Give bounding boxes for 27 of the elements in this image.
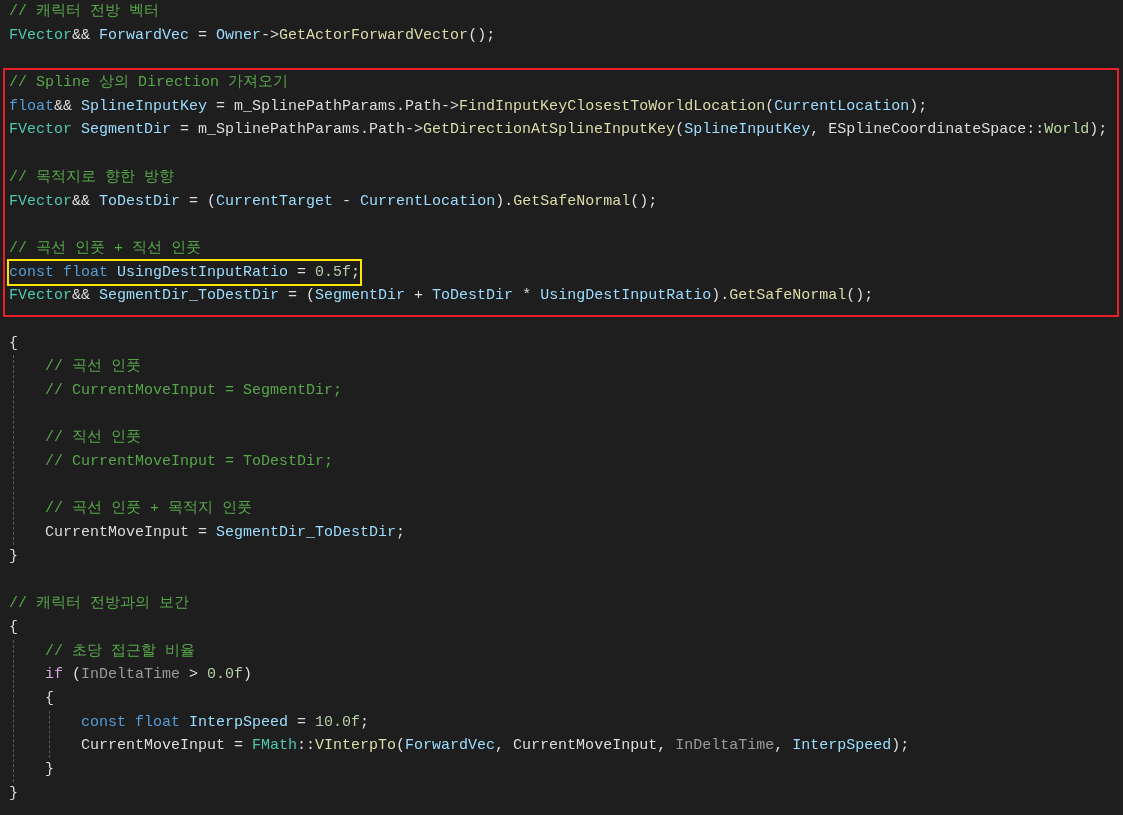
code-line: float&& SplineInputKey = m_SplinePathParams.Path->FindInputKeyClosestToWorldLocation(CurrentLocation);: [9, 96, 929, 117]
code-line: }: [9, 546, 19, 567]
code-line: if (InDeltaTime > 0.0f): [45, 665, 254, 686]
code-line: // Spline 상의 Direction 가져오기: [9, 73, 290, 94]
code-line: const float UsingDestInputRatio = 0.5f;: [9, 262, 361, 283]
code-line: // 곡선 인풋: [45, 357, 142, 378]
code-line: // 목적지로 향한 방향: [9, 167, 175, 188]
code-line: {: [9, 333, 19, 354]
code-line: FVector&& ToDestDir = (CurrentTarget - CurrentLocation).GetSafeNormal();: [9, 191, 659, 212]
code-line: {: [9, 617, 19, 638]
code-line: // 곡선 인풋 + 직선 인풋: [9, 238, 202, 259]
code-line: FVector SegmentDir = m_SplinePathParams.Path->GetDirectionAtSplineInputKey(SplineInputKey, ESplineCoordinateSpace::World);: [9, 120, 1109, 141]
code-line: // 직선 인풋: [45, 428, 142, 449]
code-line: }: [45, 760, 55, 780]
code-line: {: [45, 688, 55, 709]
code-line: // 곡선 인풋 + 목적지 인풋: [45, 499, 253, 520]
code-line: // 캐릭터 전방 벡터: [9, 2, 160, 22]
code-line: CurrentMoveInput = FMath::VInterpTo(ForwardVec, CurrentMoveInput, InDeltaTime, InterpSpeed);: [81, 736, 911, 757]
code-line: // CurrentMoveInput = ToDestDir;: [45, 452, 335, 473]
code-line: const float InterpSpeed = 10.0f;: [81, 712, 371, 733]
code-line: // 초당 접근할 비율: [45, 641, 196, 662]
code-line: FVector&& SegmentDir_ToDestDir = (SegmentDir + ToDestDir * UsingDestInputRatio).GetSafeNormal();: [9, 286, 875, 307]
code-line: }: [9, 783, 19, 804]
code-line: FVector&& ForwardVec = Owner->GetActorForwardVector();: [9, 25, 497, 46]
code-line: CurrentMoveInput = SegmentDir_ToDestDir;: [45, 523, 407, 544]
code-line: // CurrentMoveInput = SegmentDir;: [45, 381, 344, 401]
code-line: // 캐릭터 전방과의 보간: [9, 594, 190, 615]
